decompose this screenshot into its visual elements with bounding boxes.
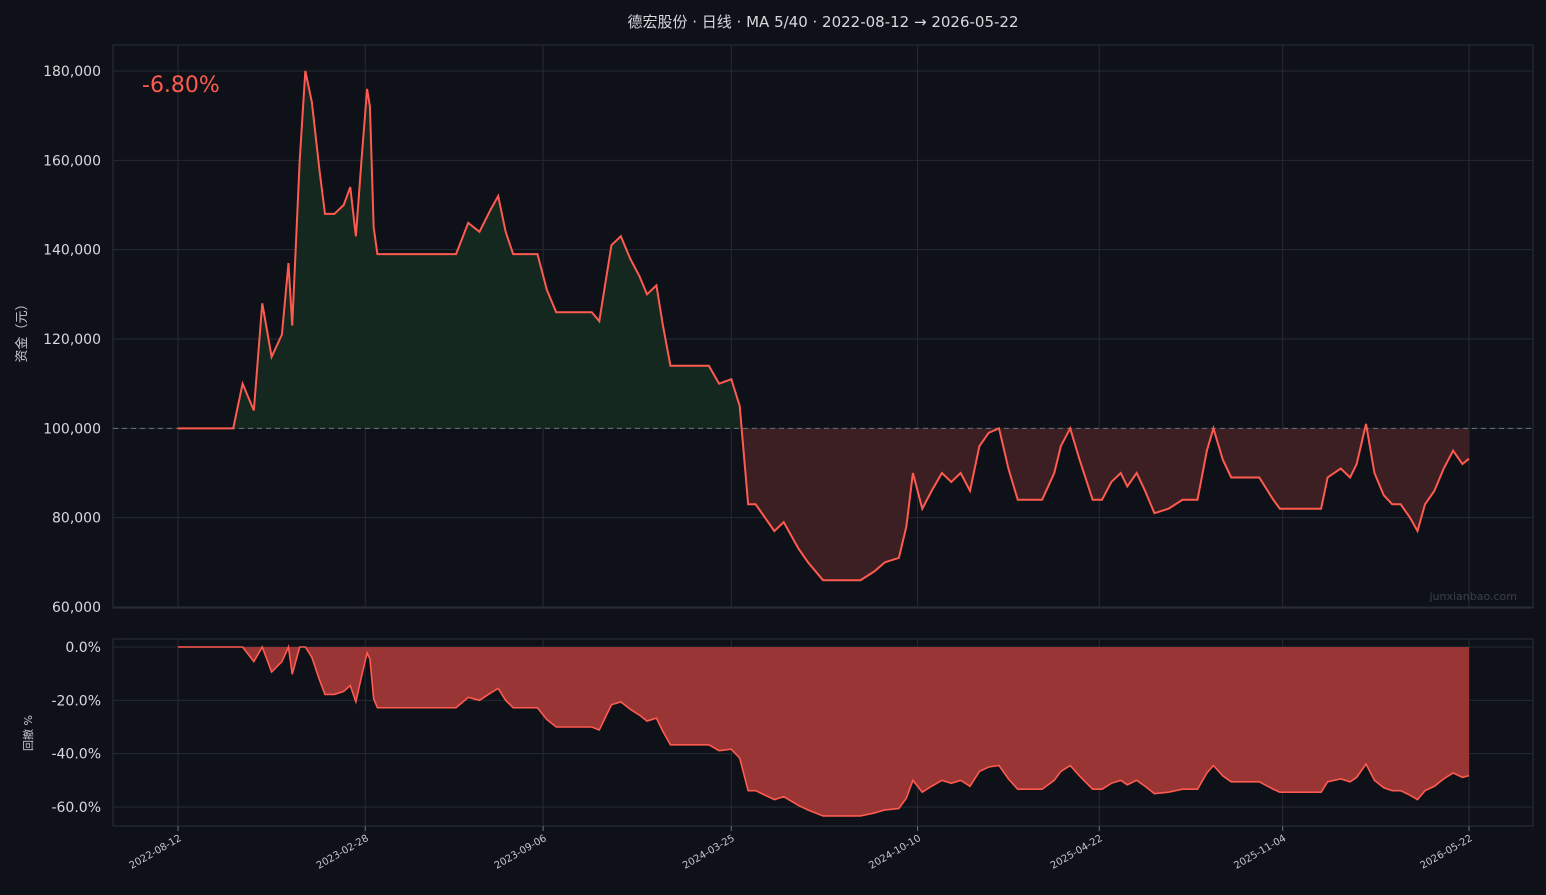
equity-y-tick-label: 120,000 (43, 332, 101, 348)
loss-area (1213, 428, 1365, 509)
x-tick-label: 2025-11-04 (1232, 833, 1288, 872)
x-tick-label: 2025-04-22 (1049, 833, 1105, 872)
chart-canvas: 德宏股份 · 日线 · MA 5/40 · 2022-08-12 → 2026-… (14, 13, 1534, 872)
drawdown-y-tick-label: 0.0% (65, 640, 101, 656)
x-axis-ticks: 2022-08-12 2023-02-28 2023-09-06 2024-03-25… (128, 826, 1475, 872)
drawdown-y-tick-label: -60.0% (51, 800, 101, 816)
loss-area (1366, 428, 1469, 532)
equity-y-ticks: 60,000 80,000 100,000 120,000 140,000 160,000… (43, 64, 101, 616)
watermark: junxianbao.com (1428, 590, 1517, 603)
drawdown-y-tick-label: -20.0% (51, 693, 101, 709)
return-label: -6.80% (142, 73, 220, 98)
drawdown-y-tick-label: -40.0% (51, 747, 101, 763)
equity-y-tick-label: 180,000 (43, 64, 101, 80)
drawdown-y-axis-label: 回撤 % (21, 715, 35, 751)
x-tick-label: 2023-02-28 (315, 833, 371, 872)
equity-y-axis-label: 资金（元） (14, 297, 30, 362)
x-tick-label: 2024-03-25 (681, 833, 737, 872)
x-tick-label: 2022-08-12 (128, 833, 184, 872)
equity-y-tick-label: 160,000 (43, 153, 101, 169)
equity-y-tick-label: 100,000 (43, 421, 101, 437)
drawdown-y-ticks: 0.0% -20.0% -40.0% -60.0% (51, 640, 101, 816)
equity-y-tick-label: 80,000 (52, 511, 101, 527)
equity-panel: 60,000 80,000 100,000 120,000 140,000 160,000… (14, 44, 1534, 616)
equity-y-tick-label: 60,000 (52, 600, 101, 616)
loss-area (741, 428, 1000, 581)
loss-area (999, 428, 1071, 500)
x-tick-label: 2026-05-22 (1419, 833, 1475, 872)
x-tick-label: 2024-10-10 (867, 833, 923, 872)
equity-y-tick-label: 140,000 (43, 243, 101, 259)
chart-title: 德宏股份 · 日线 · MA 5/40 · 2022-08-12 → 2026-… (627, 13, 1018, 31)
x-tick-label: 2023-09-06 (493, 833, 549, 872)
drawdown-panel: 0.0% -20.0% -40.0% -60.0% 回撤 % (21, 638, 1534, 827)
